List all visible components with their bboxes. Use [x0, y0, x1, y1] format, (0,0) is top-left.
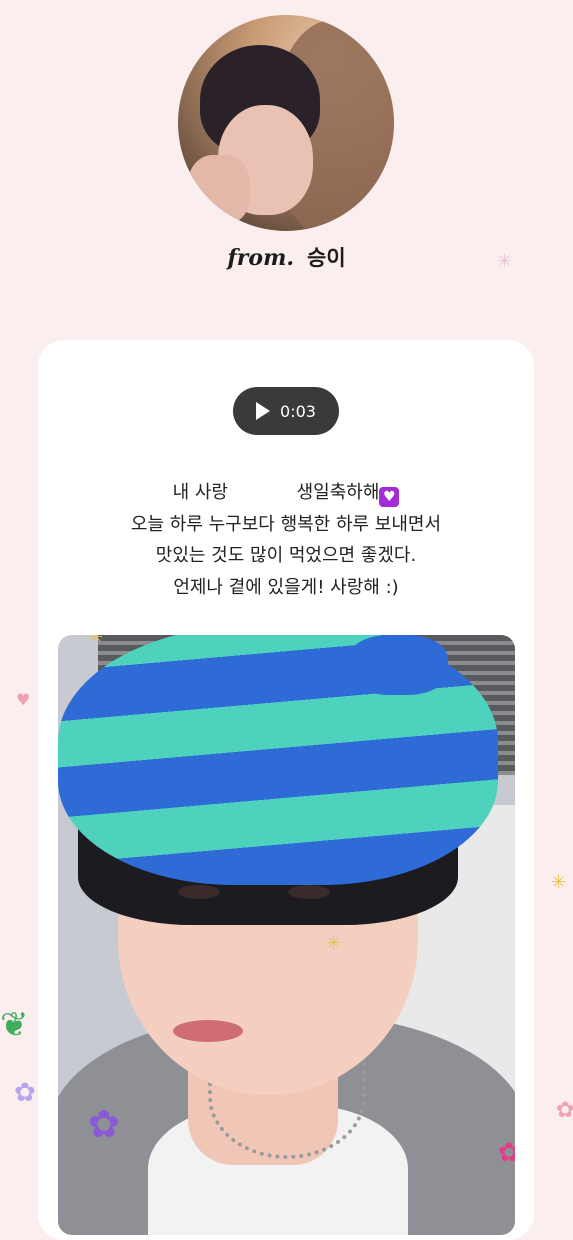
play-icon [256, 402, 271, 420]
sparkle-icon: ✳ [326, 933, 342, 954]
from-signature: from. 승이 [0, 242, 573, 272]
photo-lips [173, 1020, 243, 1042]
heart-emoji-icon: ♥ [379, 487, 400, 507]
flower-icon: ✿ [88, 1102, 120, 1146]
photo-eye-right [288, 885, 330, 899]
message-line-3: 맛있는 것도 많이 먹었으면 좋겠다. [155, 545, 417, 566]
message-line-4: 언제나 곁에 있을게! 사랑해 :) [173, 576, 399, 598]
flower-icon: ✿ [498, 1138, 515, 1168]
photo-eye-left [178, 885, 220, 899]
sender-name: 승이 [307, 246, 346, 270]
flower-icon: ✿ [14, 1078, 36, 1108]
message-card: 0:03 내 사랑 생일축하해 ♥ 오늘 하루 누구보다 행복한 하루 보내면서 … [38, 340, 534, 1240]
sparkle-icon: ✳ [551, 872, 567, 893]
audio-duration: 0:03 [280, 401, 316, 421]
message-line-1-text: 내 사랑 생일축하해 [172, 482, 380, 503]
photo-beanie-tip [348, 635, 448, 695]
avatar-hand [188, 155, 250, 225]
sparkle-icon: ✳ [88, 635, 104, 648]
flower-icon: ✿ [556, 1098, 573, 1123]
from-label: from. [227, 245, 295, 271]
message-line-1: 내 사랑 생일축하해 ♥ [38, 477, 534, 509]
message-line-2: 오늘 하루 누구보다 행복한 하루 보내면서 [130, 513, 442, 535]
heart-icon: ♥ [16, 690, 31, 709]
message-text: 내 사랑 생일축하해 ♥ 오늘 하루 누구보다 행복한 하루 보내면서 맛있는 것… [38, 477, 534, 603]
leaf-icon: ❦ [0, 1005, 29, 1045]
profile-avatar [178, 15, 394, 231]
sparkle-icon: ✳ [497, 251, 513, 272]
attached-photo[interactable]: ✳ ✳ ✿ ✿ [58, 635, 515, 1235]
voice-play-button[interactable]: 0:03 [233, 387, 339, 435]
